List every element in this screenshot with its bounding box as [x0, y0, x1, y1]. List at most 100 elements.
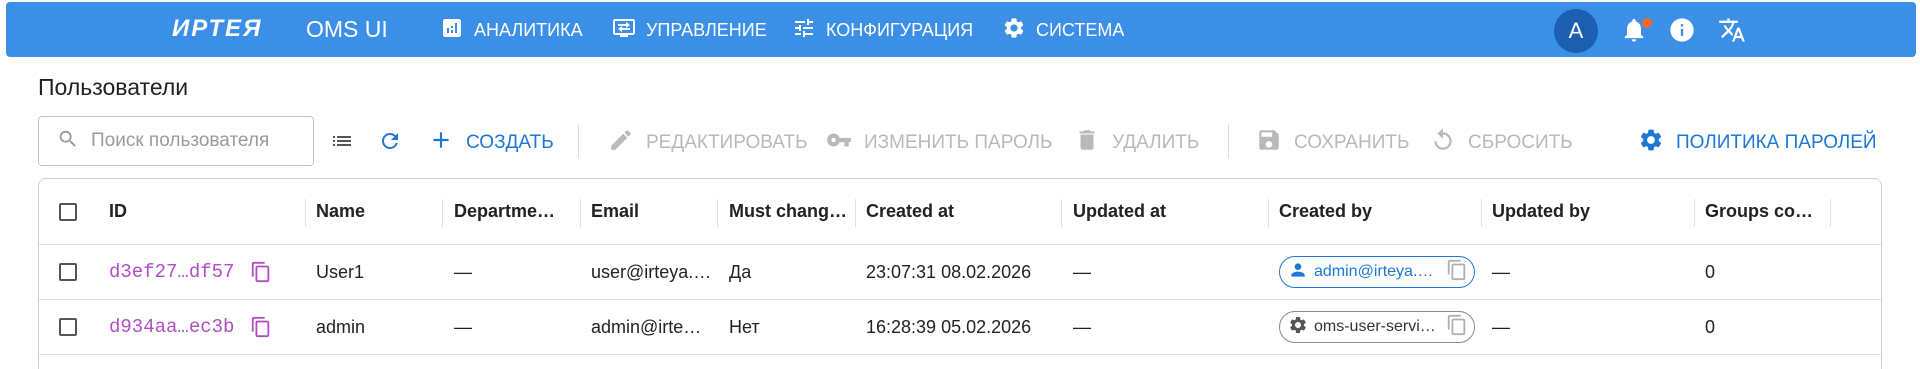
management-icon — [612, 16, 636, 45]
column-header-created-at[interactable]: Created at — [866, 179, 1056, 244]
edit-button-label: РЕДАКТИРОВАТЬ — [646, 132, 808, 153]
refresh-icon[interactable] — [378, 129, 402, 153]
save-button[interactable]: СОХРАНИТЬ — [1256, 127, 1409, 159]
brand-logo[interactable]: ИРТЕЯ — [172, 15, 263, 43]
column-divider[interactable] — [580, 199, 581, 227]
page-title: Пользователи — [38, 74, 189, 100]
search-icon — [57, 128, 79, 155]
reset-icon — [1430, 127, 1456, 159]
row-checkbox[interactable] — [59, 318, 77, 336]
groups-count-cell: 0 — [1705, 316, 1716, 337]
create-button[interactable]: СОЗДАТЬ — [428, 127, 554, 159]
copy-icon[interactable] — [1446, 259, 1468, 286]
column-header-department[interactable]: Departme… — [454, 179, 578, 244]
row-select-cell — [59, 245, 77, 299]
edit-button[interactable]: РЕДАКТИРОВАТЬ — [608, 127, 808, 159]
must-change-cell: Да — [729, 261, 752, 282]
column-header-must-change[interactable]: Must chang… — [729, 179, 853, 244]
created-by-label: admin@irteya.… — [1314, 263, 1434, 280]
toolbar-divider — [578, 124, 579, 158]
nav-system[interactable]: СИСТЕМА — [1002, 16, 1124, 45]
column-divider[interactable] — [1061, 199, 1062, 227]
column-divider[interactable] — [305, 199, 306, 227]
select-all-checkbox[interactable] — [59, 202, 77, 221]
gear-icon — [1638, 127, 1664, 159]
column-divider[interactable] — [442, 199, 443, 227]
nav-configuration-label: КОНФИГУРАЦИЯ — [826, 20, 974, 40]
nav-analytics[interactable]: АНАЛИТИКА — [440, 16, 583, 45]
column-divider[interactable] — [1268, 199, 1269, 227]
column-header-updated-at[interactable]: Updated at — [1073, 179, 1263, 244]
row-select-cell — [59, 300, 77, 354]
nav-configuration[interactable]: КОНФИГУРАЦИЯ — [792, 16, 973, 45]
column-header-name[interactable]: Name — [316, 179, 442, 244]
avatar[interactable]: A — [1554, 9, 1598, 53]
delete-button[interactable]: УДАЛИТЬ — [1074, 127, 1199, 159]
must-change-cell: Нет — [729, 316, 760, 337]
toolbar-divider — [1228, 124, 1229, 158]
nav-system-label: СИСТЕМА — [1036, 20, 1125, 40]
search-input[interactable] — [91, 130, 291, 152]
column-header-email[interactable]: Email — [591, 179, 715, 244]
nav-management-label: УПРАВЛЕНИЕ — [646, 20, 767, 40]
id-cell: d934aa…ec3b — [109, 300, 299, 354]
search-field[interactable] — [38, 116, 314, 166]
department-cell: — — [454, 316, 472, 337]
nav-management[interactable]: УПРАВЛЕНИЕ — [612, 16, 767, 45]
select-all-cell — [59, 179, 77, 244]
product-name: OMS UI — [306, 16, 388, 42]
department-cell: — — [454, 261, 472, 282]
info-icon[interactable] — [1668, 16, 1696, 44]
analytics-icon — [440, 16, 464, 45]
password-policy-button[interactable]: ПОЛИТИКА ПАРОЛЕЙ — [1638, 127, 1877, 159]
name-cell: admin — [316, 316, 366, 337]
password-policy-label: ПОЛИТИКА ПАРОЛЕЙ — [1676, 132, 1877, 153]
created-by-chip[interactable]: oms-user-servi… — [1279, 311, 1475, 343]
change-password-label: ИЗМЕНИТЬ ПАРОЛЬ — [864, 132, 1053, 153]
copy-icon[interactable] — [250, 316, 272, 338]
column-divider[interactable] — [1481, 199, 1482, 227]
save-icon — [1256, 127, 1282, 159]
pencil-icon — [608, 127, 634, 159]
user-id-link[interactable]: d3ef27…df57 — [109, 261, 234, 283]
trash-icon — [1074, 127, 1100, 159]
copy-icon[interactable] — [1446, 314, 1468, 341]
updated-by-cell: — — [1492, 261, 1510, 282]
column-header-groups-count[interactable]: Groups co… — [1705, 179, 1825, 244]
table-row[interactable]: d934aa…ec3b admin — admin@irte… Нет 16:2… — [39, 300, 1881, 355]
created-by-chip[interactable]: admin@irteya.… — [1279, 256, 1475, 288]
column-header-created-by[interactable]: Created by — [1279, 179, 1469, 244]
column-header-updated-by[interactable]: Updated by — [1492, 179, 1682, 244]
reset-button-label: СБРОСИТЬ — [1468, 132, 1573, 153]
created-by-cell: oms-user-servi… — [1279, 300, 1479, 354]
column-divider[interactable] — [717, 199, 718, 227]
groups-count-cell: 0 — [1705, 261, 1716, 282]
column-divider[interactable] — [1830, 199, 1831, 227]
copy-icon[interactable] — [250, 261, 272, 283]
email-cell: admin@irte… — [591, 316, 702, 337]
id-cell: d3ef27…df57 — [109, 245, 299, 299]
reset-button[interactable]: СБРОСИТЬ — [1430, 127, 1573, 159]
save-button-label: СОХРАНИТЬ — [1294, 132, 1410, 153]
created-by-label: oms-user-servi… — [1314, 318, 1436, 335]
change-password-button[interactable]: ИЗМЕНИТЬ ПАРОЛЬ — [826, 127, 1052, 159]
translate-icon[interactable] — [1718, 16, 1746, 44]
user-id-link[interactable]: d934aa…ec3b — [109, 316, 234, 338]
plus-icon — [428, 127, 454, 159]
table-header: ID Name Departme… Email Must chang… Crea… — [39, 179, 1881, 245]
column-header-id[interactable]: ID — [109, 179, 259, 244]
create-button-label: СОЗДАТЬ — [466, 132, 554, 153]
updated-at-cell: — — [1073, 261, 1091, 282]
row-checkbox[interactable] — [59, 263, 77, 281]
list-view-icon[interactable] — [330, 129, 354, 153]
key-icon — [826, 127, 852, 159]
column-divider[interactable] — [1694, 199, 1695, 227]
column-divider[interactable] — [855, 199, 856, 227]
top-app-bar: ИРТЕЯ OMS UI АНАЛИТИКА УПРАВЛЕНИЕ КОНФИГ… — [6, 2, 1916, 57]
person-icon — [1288, 260, 1308, 285]
notification-badge — [1642, 18, 1652, 28]
created-at-cell: 23:07:31 08.02.2026 — [866, 261, 1032, 282]
table-row[interactable]: d3ef27…df57 User1 — user@irteya.… Да 23:… — [39, 245, 1881, 300]
users-table: ID Name Departme… Email Must chang… Crea… — [38, 178, 1882, 369]
updated-at-cell: — — [1073, 316, 1091, 337]
